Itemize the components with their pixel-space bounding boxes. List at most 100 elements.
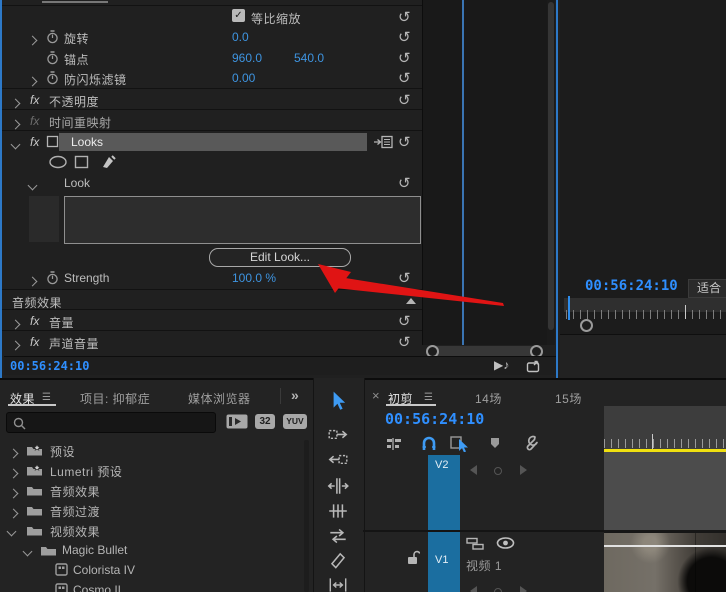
next-keyframe-icon[interactable] <box>520 586 527 592</box>
program-timecode[interactable]: 00:56:24:10 <box>585 278 678 294</box>
add-keyframe-icon[interactable] <box>494 467 502 475</box>
play-audio-icon[interactable]: ▶♪ <box>494 358 509 372</box>
reset-icon[interactable]: ↺ <box>398 133 411 151</box>
chevron-right-icon[interactable] <box>12 96 19 110</box>
strength-value[interactable]: 100.0 % <box>232 271 276 285</box>
v1-video-clip[interactable] <box>604 533 726 592</box>
nest-sequence-icon[interactable] <box>385 436 403 452</box>
playhead-line[interactable] <box>462 0 464 345</box>
reset-icon[interactable]: ↺ <box>398 312 411 330</box>
chevron-down-icon[interactable] <box>24 544 31 558</box>
slip-tool[interactable] <box>327 574 349 592</box>
clip-rubber-band[interactable] <box>604 545 726 547</box>
tree-item-audio-effects[interactable]: 音频效果 <box>0 480 300 500</box>
rotation-value[interactable]: 0.0 <box>232 30 249 44</box>
chevron-right-icon[interactable] <box>29 274 36 288</box>
tab-sequence-15[interactable]: 15场 <box>555 390 582 407</box>
edit-look-button[interactable]: Edit Look... <box>209 248 351 267</box>
sync-lock-icon[interactable] <box>466 537 484 550</box>
effect-row-looks[interactable]: fx Looks ↺ <box>4 132 422 152</box>
audio-effects-section-header[interactable]: 音频效果 <box>4 291 422 311</box>
tab-media-browser[interactable]: 媒体浏览器 <box>188 390 251 407</box>
track-select-backward-tool[interactable] <box>327 449 349 471</box>
timeline-settings-wrench-icon[interactable] <box>520 434 540 453</box>
ripple-edit-tool[interactable] <box>327 475 349 497</box>
chevron-right-icon[interactable] <box>12 317 19 331</box>
tab-overflow-chevron[interactable]: » <box>291 387 299 403</box>
close-tab-icon[interactable]: × <box>372 388 380 403</box>
export-icon[interactable] <box>526 359 542 373</box>
reset-icon[interactable]: ↺ <box>398 8 411 26</box>
program-playhead[interactable] <box>568 296 570 320</box>
vertical-scrollbar-thumb[interactable] <box>548 2 554 330</box>
reset-icon[interactable]: ↺ <box>398 49 411 67</box>
rate-stretch-tool[interactable] <box>327 525 349 547</box>
reset-icon[interactable]: ↺ <box>398 269 411 287</box>
unlock-icon[interactable] <box>406 550 420 565</box>
program-scroll-handle[interactable] <box>580 319 593 332</box>
tree-item-presets[interactable]: 预设 <box>0 440 300 460</box>
tab-project[interactable]: 项目: 抑郁症 <box>80 390 150 407</box>
add-marker-icon[interactable] <box>488 436 502 451</box>
bit32-badge[interactable]: 32 <box>255 414 275 429</box>
chevron-right-icon[interactable] <box>29 74 36 88</box>
razor-tool[interactable] <box>327 550 349 572</box>
track-select-forward-tool[interactable] <box>327 424 349 446</box>
previous-keyframe-icon[interactable] <box>470 465 477 475</box>
uniform-scale-checkbox[interactable]: ✓ <box>232 9 245 22</box>
ellipse-mask-icon[interactable] <box>48 155 68 169</box>
reset-icon[interactable]: ↺ <box>398 333 411 351</box>
chevron-down-icon[interactable] <box>29 178 36 192</box>
v1-track-target[interactable]: V1 <box>428 532 460 592</box>
stopwatch-icon[interactable] <box>46 271 59 285</box>
linked-selection-icon[interactable] <box>450 435 472 452</box>
horizontal-zoom-scrollbar[interactable] <box>427 346 542 356</box>
panel-menu-icon[interactable]: ☰ <box>424 392 433 403</box>
rolling-edit-tool[interactable] <box>327 500 349 522</box>
anchor-y-value[interactable]: 540.0 <box>294 51 324 65</box>
antiflicker-value[interactable]: 0.00 <box>232 71 255 85</box>
zoom-level-dropdown[interactable]: 适合 <box>688 279 726 298</box>
effects-scrollbar[interactable] <box>304 440 309 592</box>
v2-track-target[interactable]: V2 <box>428 455 460 530</box>
tab-sequence-14[interactable]: 14场 <box>475 390 502 407</box>
tree-item-colorista[interactable]: Colorista IV <box>0 560 300 580</box>
chevron-right-icon[interactable] <box>12 117 19 131</box>
reset-icon[interactable]: ↺ <box>398 69 411 87</box>
effect-name-field[interactable]: Looks <box>59 133 367 151</box>
stopwatch-icon[interactable] <box>46 30 59 44</box>
tree-item-video-effects[interactable]: 视频效果 <box>0 520 300 540</box>
stopwatch-icon[interactable] <box>46 51 59 65</box>
look-preview-box[interactable] <box>64 196 421 244</box>
accelerated-effects-badge[interactable] <box>226 413 248 430</box>
effects-search-box[interactable] <box>6 412 216 433</box>
anchor-x-value[interactable]: 960.0 <box>232 51 262 65</box>
panel-menu-icon[interactable]: ☰ <box>42 392 51 403</box>
reset-icon[interactable]: ↺ <box>398 91 411 109</box>
reset-icon[interactable]: ↺ <box>398 28 411 46</box>
track-output-eye-icon[interactable] <box>496 536 515 550</box>
v2-adjustment-layer-clip[interactable] <box>604 452 726 530</box>
tree-item-lumetri-presets[interactable]: Lumetri 预设 <box>0 460 300 480</box>
tree-item-magic-bullet[interactable]: Magic Bullet <box>0 540 300 560</box>
rectangle-mask-icon[interactable] <box>74 155 90 169</box>
stopwatch-icon[interactable] <box>46 71 59 85</box>
selection-tool[interactable] <box>327 390 349 412</box>
chevron-right-icon[interactable] <box>12 338 19 352</box>
chevron-right-icon[interactable] <box>10 446 17 460</box>
reset-icon[interactable]: ↺ <box>398 174 411 192</box>
yuv-badge[interactable]: YUV <box>283 414 307 429</box>
timeline-ruler[interactable] <box>604 406 726 449</box>
chevron-right-icon[interactable] <box>10 506 17 520</box>
setup-effect-icon[interactable] <box>373 135 393 149</box>
chevron-right-icon[interactable] <box>10 486 17 500</box>
timeline-timecode[interactable]: 00:56:24:10 <box>385 410 484 428</box>
pen-mask-icon[interactable] <box>100 154 116 170</box>
chevron-right-icon[interactable] <box>29 33 36 47</box>
collapse-section-icon[interactable] <box>406 298 416 304</box>
chevron-down-icon[interactable] <box>12 137 19 151</box>
snap-icon[interactable] <box>420 435 438 452</box>
tree-item-cosmo[interactable]: Cosmo II <box>0 580 300 592</box>
keyframe-timeline-area[interactable] <box>422 0 548 345</box>
previous-keyframe-icon[interactable] <box>470 586 477 592</box>
